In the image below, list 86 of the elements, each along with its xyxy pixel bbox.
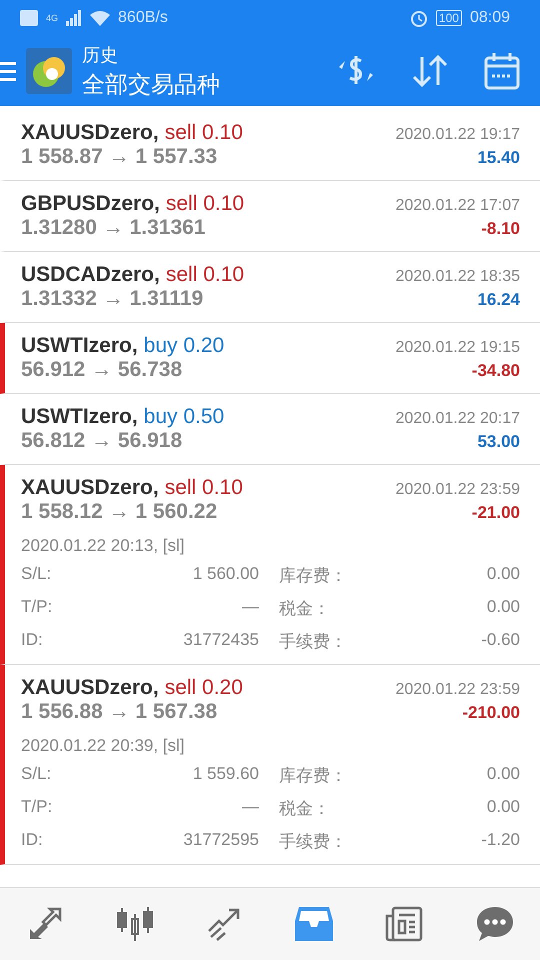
menu-icon [0,61,16,81]
network-speed: 860B/s [118,9,168,27]
deal-prices: 56.812 → 56.918 [21,429,182,453]
deal-symbol: XAUUSDzero, [21,676,159,700]
deal-prices: 1 558.12 → 1 560.22 [21,500,218,524]
deal-row[interactable]: USDCADzero, sell 0.10 2020.01.22 18:35 1.31332 → 1.31119 16.24 [0,252,540,323]
deal-time: 2020.01.22 17:07 [395,197,520,215]
candlestick-icon [116,906,154,942]
detail-label: S/L: [21,764,52,785]
deal-symbol: GBPUSDzero, [21,192,160,216]
deal-time: 2020.01.22 23:59 [395,681,520,699]
alarm-icon [410,9,428,27]
detail-label: 税金： [278,798,331,820]
screen-title: 历史 [82,44,119,66]
detail-value: 1 560.00 [192,564,259,585]
deal-time: 2020.01.22 23:59 [395,481,520,499]
detail-label: 手续费： [278,831,348,853]
deal-symbol: XAUUSDzero, [21,476,159,500]
calendar-icon [484,52,520,90]
sort-icon [410,53,450,89]
deal-volume: sell 0.10 [166,192,244,216]
detail-value: 0.00 [486,564,520,585]
open-time: 2020.01.22 20:13, [sl] [21,536,186,556]
deal-volume: sell 0.10 [164,121,243,145]
deal-profit: -8.10 [481,219,520,239]
detail-value: -1.20 [480,830,520,851]
detail-label: S/L: [21,564,52,585]
deal-volume: sell 0.10 [166,263,244,287]
detail-value: -0.60 [480,630,520,651]
detail-label: T/P: [21,597,54,618]
deal-row[interactable]: USWTIzero, buy 0.50 2020.01.22 20:17 56.812 → 56.918 53.00 [0,394,540,465]
deal-time: 2020.01.22 19:17 [395,126,520,144]
deal-prices: 1.31332 → 1.31119 [21,287,204,311]
deal-prices: 56.912 → 56.738 [21,358,182,382]
deal-prices: 1.31280 → 1.31361 [21,216,206,240]
deal-profit: -34.80 [472,361,520,381]
network-label: 4G [46,13,58,23]
deal-prices: 1 558.87 → 1 557.33 [21,145,218,169]
chat-icon [476,906,514,942]
inbox-icon [295,907,334,941]
detail-label: 税金： [278,598,331,620]
deal-profit: -21.00 [472,503,520,523]
deal-profit: -210.00 [462,703,520,723]
detail-label: ID: [21,630,44,651]
detail-value: 1 559.60 [192,764,259,785]
signal-icon [66,10,82,26]
deal-row[interactable]: GBPUSDzero, sell 0.10 2020.01.22 17:07 1.31280 → 1.31361 -8.10 [0,181,540,252]
deal-time: 2020.01.22 19:15 [395,339,520,357]
deal-symbol: USWTIzero, [21,334,138,358]
battery-level: 100 [436,10,462,26]
deal-prices: 1 556.88 → 1 567.38 [21,700,218,724]
deal-symbol: USWTIzero, [21,405,138,429]
deal-row[interactable]: XAUUSDzero, sell 0.10 2020.01.22 23:59 1 558.12 → 1 560.22 -21.00 2020.01.22 20:13, [sl] S/L: 1 560.00 库存费： 0.00 T/P: — 税金： 0.00 ID: 31772435 手续费： -0.60 [0,465,540,665]
deal-row[interactable]: USWTIzero, buy 0.20 2020.01.22 19:15 56.912 → 56.738 -34.80 [0,323,540,394]
symbol-filter[interactable]: 全部交易品种 [82,68,220,100]
deal-row[interactable]: XAUUSDzero, sell 0.10 2020.01.22 19:17 1 558.87 → 1 557.33 15.40 [0,110,540,181]
open-time: 2020.01.22 20:39, [sl] [21,736,186,756]
app-logo-icon [26,48,72,94]
detail-value: 31772595 [182,830,259,851]
detail-label: 库存费： [278,765,348,787]
clock-time: 08:09 [470,9,510,27]
menu-button[interactable] [0,61,16,81]
detail-value: — [241,597,259,618]
deal-symbol: USDCADzero, [21,263,160,287]
detail-label: T/P: [21,797,54,818]
detail-label: ID: [21,830,44,851]
deal-volume: sell 0.10 [164,476,243,500]
detail-label: 手续费： [278,631,348,653]
detail-value: 0.00 [486,797,520,818]
deal-symbol: XAUUSDzero, [21,121,159,145]
newspaper-icon [385,906,424,942]
detail-value: — [241,797,259,818]
detail-value: 0.00 [486,764,520,785]
detail-value: 31772435 [182,630,259,651]
deal-row[interactable]: XAUUSDzero, sell 0.20 2020.01.22 23:59 1 556.88 → 1 567.38 -210.00 2020.01.22 20:39, [sl] S/L: 1 559.60 库存费： 0.00 T/P: — 税金： 0.00 ID: 31772595 手续费： -1.20 [0,665,540,865]
detail-label: 库存费： [278,565,348,587]
deal-volume: buy 0.20 [144,334,224,358]
deal-profit: 15.40 [477,148,520,168]
deal-volume: buy 0.50 [144,405,224,429]
wifi-icon [90,10,110,26]
deal-profit: 16.24 [477,290,520,310]
detail-value: 0.00 [486,597,520,618]
deal-time: 2020.01.22 18:35 [395,268,520,286]
deal-time: 2020.01.22 20:17 [395,410,520,428]
deal-profit: 53.00 [477,432,520,452]
deal-volume: sell 0.20 [164,676,243,700]
